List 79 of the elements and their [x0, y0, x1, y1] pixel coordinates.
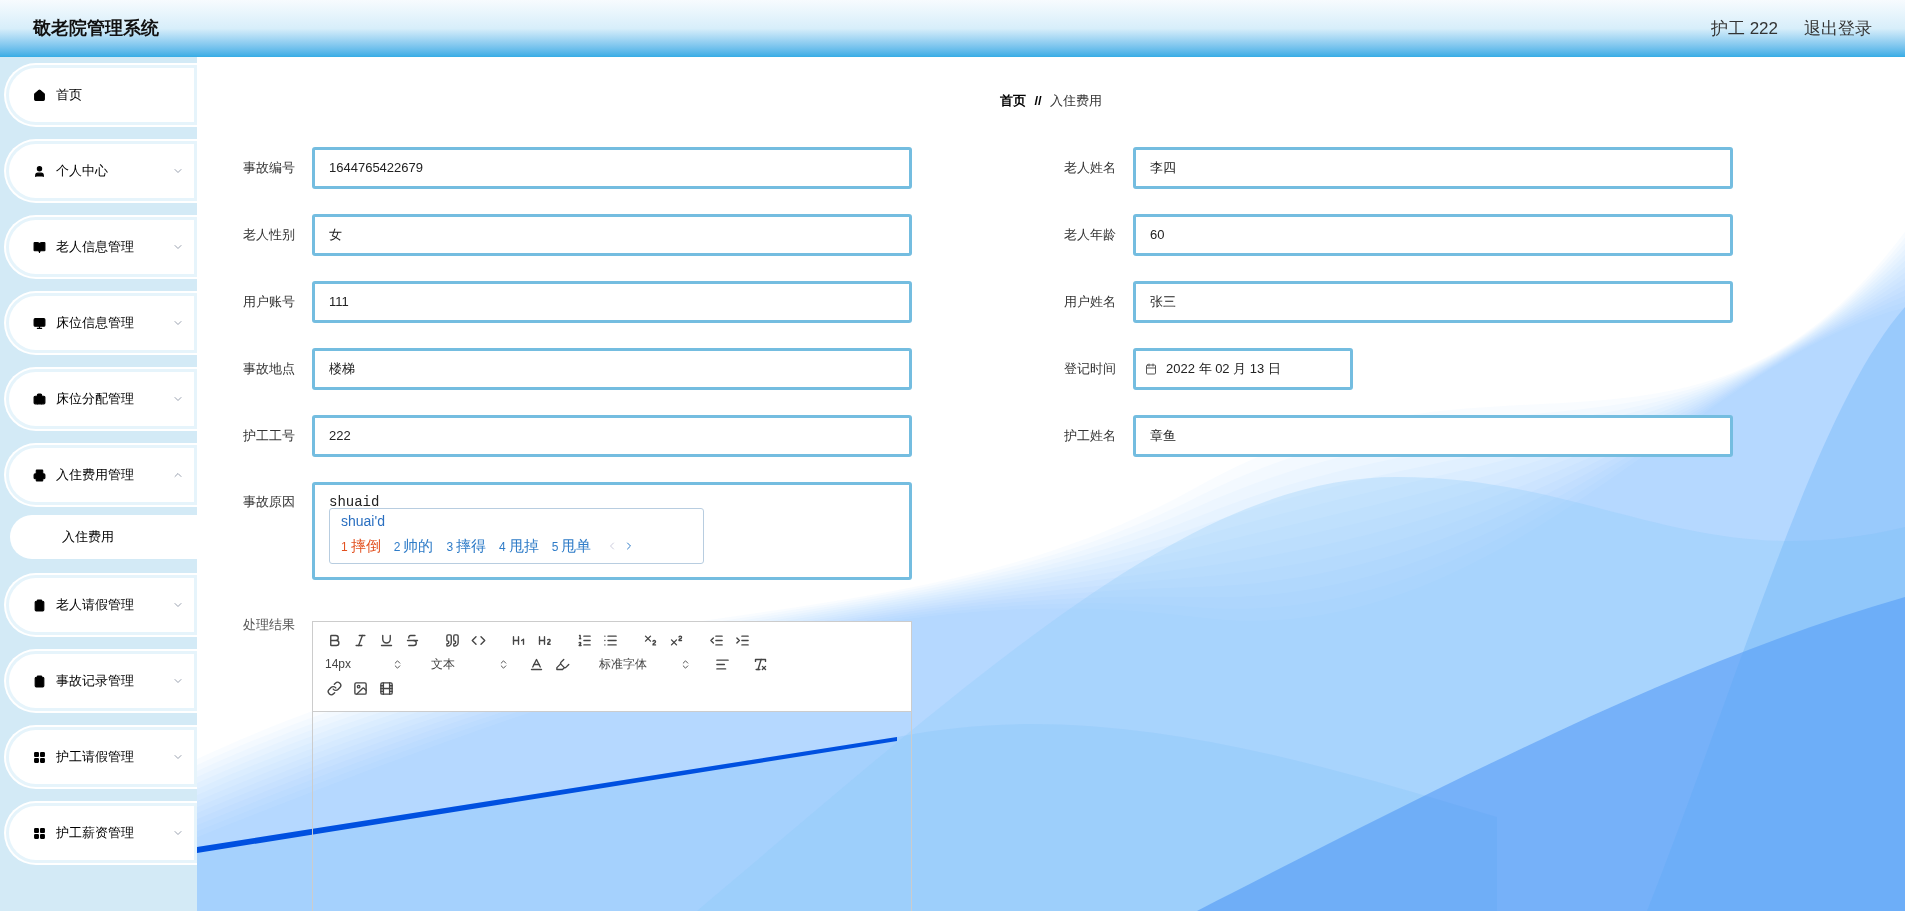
toolbar-select[interactable]: 文本 [427, 653, 513, 675]
updown-icon [392, 658, 403, 670]
field-label: 事故地点 [243, 360, 296, 379]
align-icon [714, 656, 730, 672]
home-icon [33, 88, 46, 102]
input-field[interactable]: 女 [312, 214, 912, 256]
field-label: 登记时间 [1064, 360, 1117, 379]
field-label: 老人姓名 [1064, 159, 1117, 178]
ime-candidate[interactable]: 3 摔得 [446, 535, 487, 558]
link-icon [326, 680, 342, 696]
sidebar-item[interactable]: 老人信息管理 [6, 217, 197, 277]
sidebar-item[interactable]: 事故记录管理 [6, 651, 197, 711]
outdent-icon [708, 632, 724, 648]
breadcrumb-separator: // [1034, 92, 1042, 111]
sidebar-item[interactable]: 入住费用管理 [6, 445, 197, 505]
ime-composition: shuai'd [341, 512, 386, 531]
field-label: 处理结果 [243, 616, 296, 634]
ordered-list-icon [576, 632, 592, 648]
book-icon [33, 240, 46, 254]
input-field[interactable]: 222 [312, 415, 912, 457]
strikethrough-icon [404, 632, 420, 648]
sidebar-item[interactable]: 床位分配管理 [6, 369, 197, 429]
updown-icon [498, 658, 509, 670]
indent-icon [734, 632, 750, 648]
sidebar-item[interactable]: 护工薪资管理 [6, 803, 197, 863]
font-color-icon [528, 656, 544, 672]
sidebar-item[interactable]: 护工请假管理 [6, 727, 197, 787]
breadcrumb-current: 入住费用 [1049, 92, 1102, 111]
user-label: 护工 222 [1710, 17, 1778, 40]
sidebar-item[interactable]: 个人中心 [6, 141, 197, 201]
underline-icon [378, 632, 394, 648]
input-field[interactable]: 60 [1133, 214, 1733, 256]
field-label: 事故编号 [243, 159, 296, 178]
field-label: 事故原因 [243, 493, 296, 511]
input-field[interactable]: 1644765422679 [312, 147, 912, 189]
sidebar-item[interactable]: 首页 [6, 65, 197, 125]
clipboard-icon [33, 674, 46, 688]
field-label: 用户账号 [243, 293, 296, 312]
monitor-icon [33, 316, 46, 330]
input-field[interactable]: 李四 [1133, 147, 1733, 189]
field-label: 用户姓名 [1064, 293, 1117, 312]
toolbar-select[interactable]: 标准字体 [595, 653, 695, 675]
toolbar-select[interactable]: 14px [321, 653, 407, 675]
breadcrumb-link[interactable]: 首页 [1000, 91, 1027, 111]
bullet-list-icon [602, 632, 618, 648]
input-field[interactable]: 楼梯 [312, 348, 912, 390]
highlight-icon [554, 656, 570, 672]
app-title: 敬老院管理系统 [33, 17, 159, 40]
input-field[interactable]: 章鱼 [1133, 415, 1733, 457]
updown-icon [680, 658, 691, 670]
textarea-field[interactable]: shuaid shuai'd 1 摔倒 2 帅的 3 摔得 4 甩掉 5 甩单 [312, 482, 912, 580]
grid-icon [33, 826, 46, 840]
quote-icon [444, 632, 460, 648]
ime-candidate[interactable]: 5 甩单 [551, 535, 592, 558]
sidebar-item[interactable]: 床位信息管理 [6, 293, 197, 353]
logout-link[interactable]: 退出登录 [1804, 15, 1872, 42]
input-field[interactable]: 张三 [1133, 281, 1733, 323]
video-icon [378, 680, 394, 696]
briefcase-icon [33, 392, 46, 406]
field-label: 护工工号 [243, 427, 296, 446]
user-icon [33, 164, 46, 178]
field-label: 老人性别 [243, 226, 296, 245]
calendar-icon [1145, 363, 1157, 375]
sidebar-item[interactable]: 老人请假管理 [6, 575, 197, 635]
grid-icon [33, 750, 46, 764]
image-icon [352, 680, 368, 696]
input-field[interactable]: 111 [312, 281, 912, 323]
date-field[interactable]: 2022 年 02 月 13 日 [1133, 348, 1353, 390]
superscript-icon [668, 632, 684, 648]
ime-candidate[interactable]: 4 甩掉 [499, 535, 539, 558]
sidebar-subitem[interactable]: 入住费用 [10, 515, 197, 559]
subscript-icon [642, 632, 658, 648]
italic-icon [352, 632, 368, 648]
clear-format-icon [752, 656, 768, 672]
field-label: 老人年龄 [1064, 226, 1117, 245]
ime-candidate[interactable]: 1 摔倒 [341, 535, 381, 558]
ime-candidate[interactable]: 2 帅的 [393, 535, 434, 558]
rich-text-editor[interactable]: 14px 文本 标准字体 [312, 621, 912, 911]
field-label: 护工姓名 [1064, 427, 1117, 446]
